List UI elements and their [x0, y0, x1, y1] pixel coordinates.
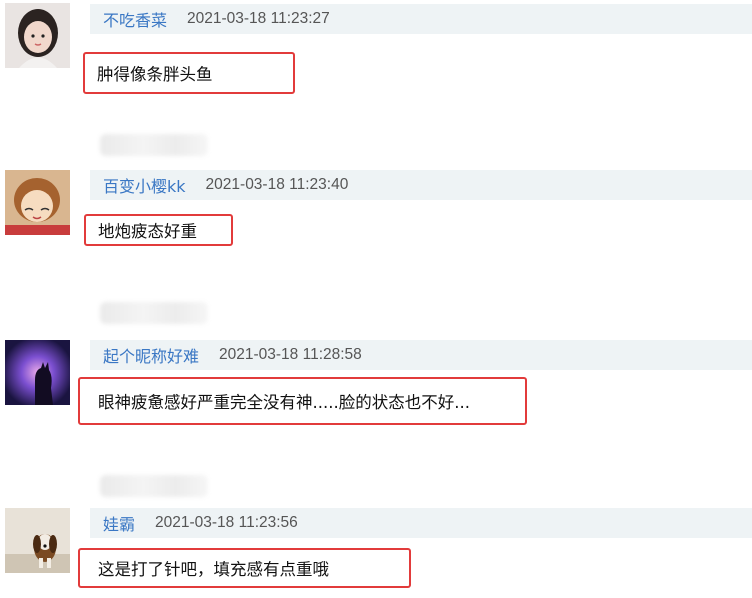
girl-photo-avatar-icon: [5, 3, 70, 68]
timestamp: 2021-03-18 11:23:27: [187, 10, 330, 27]
comment-content-highlight: 地炮疲态好重: [84, 214, 233, 246]
username[interactable]: 起个昵称好难: [103, 343, 199, 367]
comment-content-highlight: 肿得像条胖头鱼: [83, 52, 295, 94]
username[interactable]: 百变小樱kk: [103, 173, 186, 197]
anime-girl-avatar-icon: [5, 170, 70, 235]
avatar[interactable]: [5, 3, 70, 68]
username[interactable]: 不吃香菜: [103, 7, 167, 31]
comment-text: 地炮疲态好重: [98, 222, 197, 241]
comment-content-highlight: 眼神疲惫感好严重完全没有神.....脸的状态也不好...: [78, 377, 527, 425]
blurred-actions: [100, 134, 208, 156]
avatar[interactable]: [5, 508, 70, 573]
comment-text: 眼神疲惫感好严重完全没有神.....脸的状态也不好...: [98, 393, 470, 412]
comment-text: 肿得像条胖头鱼: [97, 65, 213, 84]
comment-content-highlight: 这是打了针吧，填充感有点重哦: [78, 548, 411, 588]
blurred-actions: [100, 475, 208, 497]
timestamp: 2021-03-18 11:28:58: [219, 346, 362, 363]
timestamp: 2021-03-18 11:23:56: [155, 514, 298, 531]
username[interactable]: 娃霸: [103, 511, 135, 535]
comment-text: 这是打了针吧，填充感有点重哦: [98, 560, 329, 579]
cat-silhouette-avatar-icon: [5, 340, 70, 405]
avatar[interactable]: [5, 170, 70, 235]
puppy-photo-avatar-icon: [5, 508, 70, 573]
avatar[interactable]: [5, 340, 70, 405]
timestamp: 2021-03-18 11:23:40: [205, 176, 349, 193]
blurred-actions: [100, 302, 208, 324]
